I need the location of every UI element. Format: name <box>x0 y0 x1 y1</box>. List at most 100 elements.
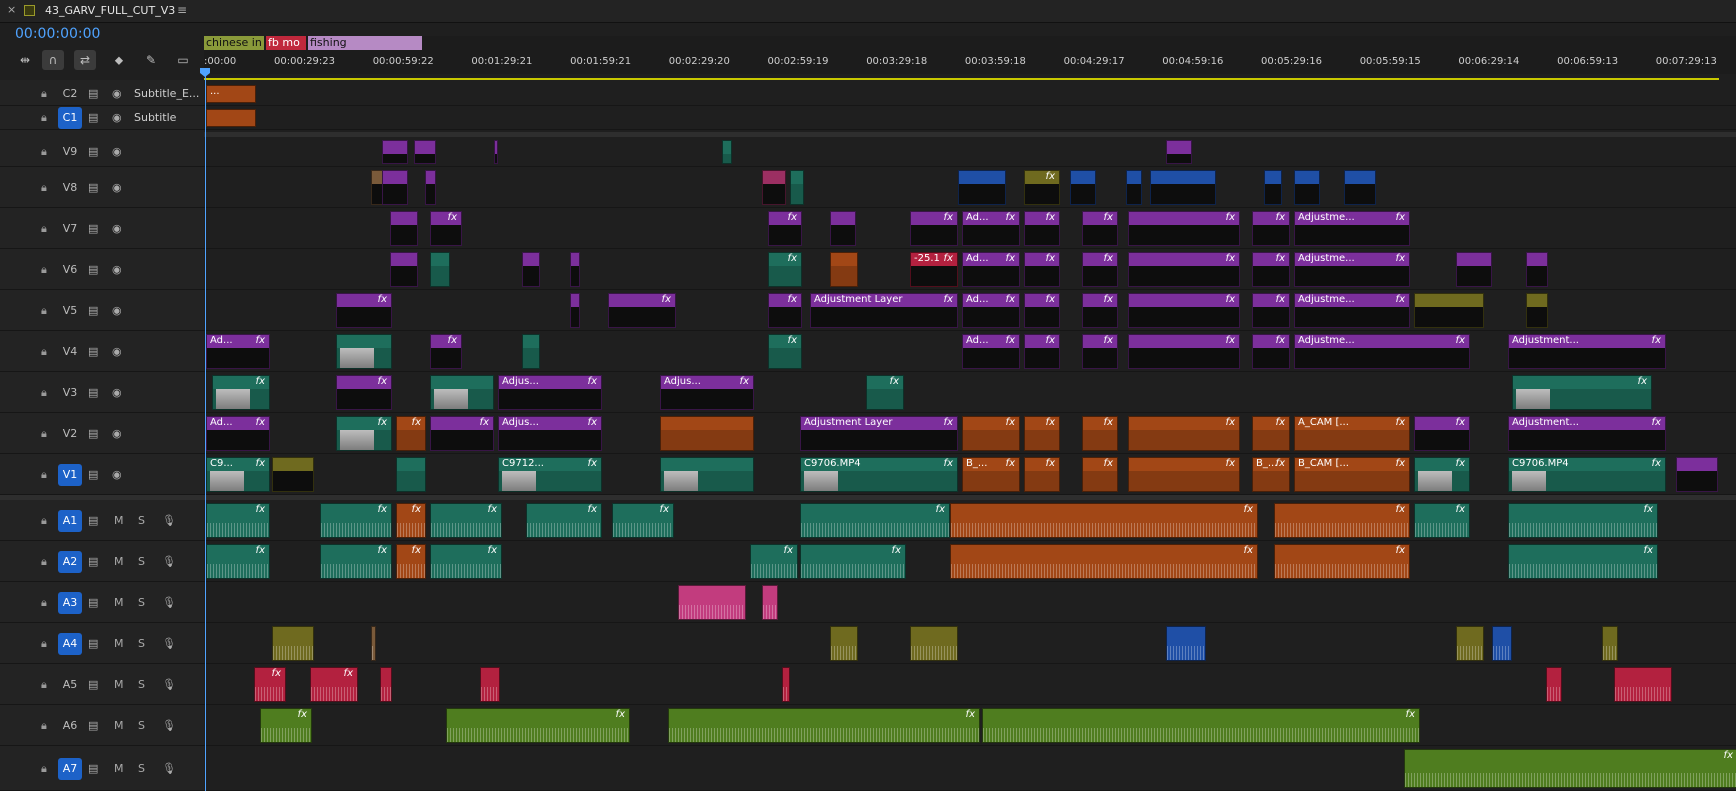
clip-v5[interactable]: fx <box>1024 293 1060 328</box>
clip-v4[interactable]: Ad... fx <box>206 334 270 369</box>
clip-v2[interactable]: fx <box>1128 416 1240 451</box>
lock-icon[interactable]: 🔒︎ <box>41 468 47 482</box>
clip-a1[interactable]: fx <box>206 503 270 538</box>
clip-v6[interactable]: fx <box>1252 252 1290 287</box>
eye-icon[interactable]: ◉ <box>112 87 122 100</box>
playhead-timecode[interactable]: 00:00:00:00 <box>15 26 100 42</box>
clip-v1[interactable]: fx <box>1082 457 1118 492</box>
snap-magnet-icon[interactable]: ∩ <box>42 50 64 70</box>
clip-v3[interactable]: fx <box>866 375 904 410</box>
clip-v2[interactable] <box>660 416 754 451</box>
time-ruler[interactable]: chinese in fb mo fishing :00:00 00:00:29:… <box>204 36 1736 74</box>
clip-v5[interactable]: fx <box>768 293 802 328</box>
clip-v4[interactable]: fx <box>1082 334 1118 369</box>
clip-a2[interactable]: fx <box>396 544 426 579</box>
playhead-line[interactable] <box>205 70 206 791</box>
track-target-v7[interactable]: V7 <box>58 218 82 240</box>
clip-v9[interactable] <box>414 140 436 164</box>
solo-button[interactable]: S <box>138 678 145 691</box>
marker-fishing[interactable]: fishing <box>308 36 422 50</box>
sync-lock-icon[interactable]: ▤ <box>88 263 98 276</box>
clip-a1[interactable]: fx <box>950 503 1258 538</box>
clip-v1[interactable]: fx <box>1414 457 1470 492</box>
clip-a2[interactable]: fx <box>1274 544 1410 579</box>
clip-a2[interactable]: fx <box>320 544 392 579</box>
track-target-v6[interactable]: V6 <box>58 259 82 281</box>
sync-lock-icon[interactable]: ▤ <box>88 222 98 235</box>
clip-v7[interactable]: fx <box>430 211 462 246</box>
track-target-a1[interactable]: A1 <box>58 509 82 532</box>
clip-a1[interactable]: fx <box>1414 503 1470 538</box>
clip-v4[interactable]: fx <box>1128 334 1240 369</box>
sync-lock-icon[interactable]: ▤ <box>88 87 98 100</box>
lock-icon[interactable]: 🔒︎ <box>41 386 47 400</box>
sync-lock-icon[interactable]: ▤ <box>88 637 98 650</box>
clip-a4[interactable] <box>1456 626 1484 661</box>
eye-icon[interactable]: ◉ <box>112 222 122 235</box>
clip-v8[interactable] <box>382 170 408 205</box>
clip-v7[interactable]: fx <box>1082 211 1118 246</box>
eye-icon[interactable]: ◉ <box>112 181 122 194</box>
clip-v8[interactable] <box>1070 170 1096 205</box>
clip-v2[interactable]: fx <box>1252 416 1290 451</box>
solo-button[interactable]: S <box>138 637 145 650</box>
mute-button[interactable]: M <box>114 678 124 691</box>
clip-a4[interactable] <box>910 626 958 661</box>
microphone-icon[interactable]: 🎙︎ <box>162 762 176 775</box>
lock-icon[interactable]: 🔒︎ <box>41 427 47 441</box>
clip-v5[interactable] <box>1414 293 1484 328</box>
track-target-v8[interactable]: V8 <box>58 177 82 199</box>
clip-v6[interactable] <box>390 252 418 287</box>
microphone-icon[interactable]: 🎙︎ <box>162 637 176 650</box>
track-target-a6[interactable]: A6 <box>58 715 82 737</box>
clip-v2[interactable]: Adjus... fx <box>498 416 602 451</box>
lock-icon[interactable]: 🔒︎ <box>41 145 47 159</box>
clip-v7[interactable]: fx <box>768 211 802 246</box>
clip-v1[interactable]: C9... fx <box>206 457 270 492</box>
clip-v1[interactable]: B_... fx <box>1252 457 1290 492</box>
microphone-icon[interactable]: 🎙︎ <box>162 678 176 691</box>
mute-button[interactable]: M <box>114 514 124 527</box>
clip-v6[interactable]: fx <box>1128 252 1240 287</box>
wrench-settings-icon[interactable]: ✎ <box>140 50 162 70</box>
clip-v2[interactable]: fx <box>1024 416 1060 451</box>
clip-v6[interactable] <box>570 252 580 287</box>
clip-v1[interactable] <box>396 457 426 492</box>
eye-icon[interactable]: ◉ <box>112 468 122 481</box>
clip-v6[interactable]: -25.1 fx <box>910 252 958 287</box>
clip-v5[interactable]: fx <box>1128 293 1240 328</box>
sync-lock-icon[interactable]: ▤ <box>88 555 98 568</box>
track-target-v9[interactable]: V9 <box>58 141 82 163</box>
clip-v3[interactable] <box>430 375 494 410</box>
lock-icon[interactable]: 🔒︎ <box>41 87 47 101</box>
clip-a5[interactable] <box>1546 667 1562 702</box>
clip-v7[interactable] <box>390 211 418 246</box>
clip-a4[interactable] <box>1602 626 1618 661</box>
clip-v5[interactable] <box>570 293 580 328</box>
clip-v6[interactable] <box>522 252 540 287</box>
clip-v6[interactable] <box>830 252 858 287</box>
sync-lock-icon[interactable]: ▤ <box>88 427 98 440</box>
lock-icon[interactable]: 🔒︎ <box>41 719 47 733</box>
clip-a2[interactable]: fx <box>1508 544 1658 579</box>
track-target-c1[interactable]: C1 <box>58 107 82 129</box>
sync-lock-icon[interactable]: ▤ <box>88 345 98 358</box>
clip-v8[interactable] <box>790 170 804 205</box>
clip-c2[interactable]: ... <box>206 85 256 103</box>
clip-v1[interactable]: C9712... fx <box>498 457 602 492</box>
clip-v6[interactable]: Ad... fx <box>962 252 1020 287</box>
clip-v2[interactable]: Ad... fx <box>206 416 270 451</box>
clip-a4[interactable] <box>1166 626 1206 661</box>
lock-icon[interactable]: 🔒︎ <box>41 345 47 359</box>
lock-icon[interactable]: 🔒︎ <box>41 596 47 610</box>
sync-lock-icon[interactable]: ▤ <box>88 468 98 481</box>
clip-v1[interactable] <box>272 457 314 492</box>
clip-a1[interactable]: fx <box>396 503 426 538</box>
clip-v4[interactable] <box>336 334 392 369</box>
clip-a2[interactable]: fx <box>750 544 798 579</box>
track-target-a2[interactable]: A2 <box>58 550 82 573</box>
mute-button[interactable]: M <box>114 596 124 609</box>
clip-v7[interactable]: fx <box>910 211 958 246</box>
clip-a2[interactable]: fx <box>206 544 270 579</box>
sequence-tab-title[interactable]: 43_GARV_FULL_CUT_V3 <box>45 4 175 17</box>
